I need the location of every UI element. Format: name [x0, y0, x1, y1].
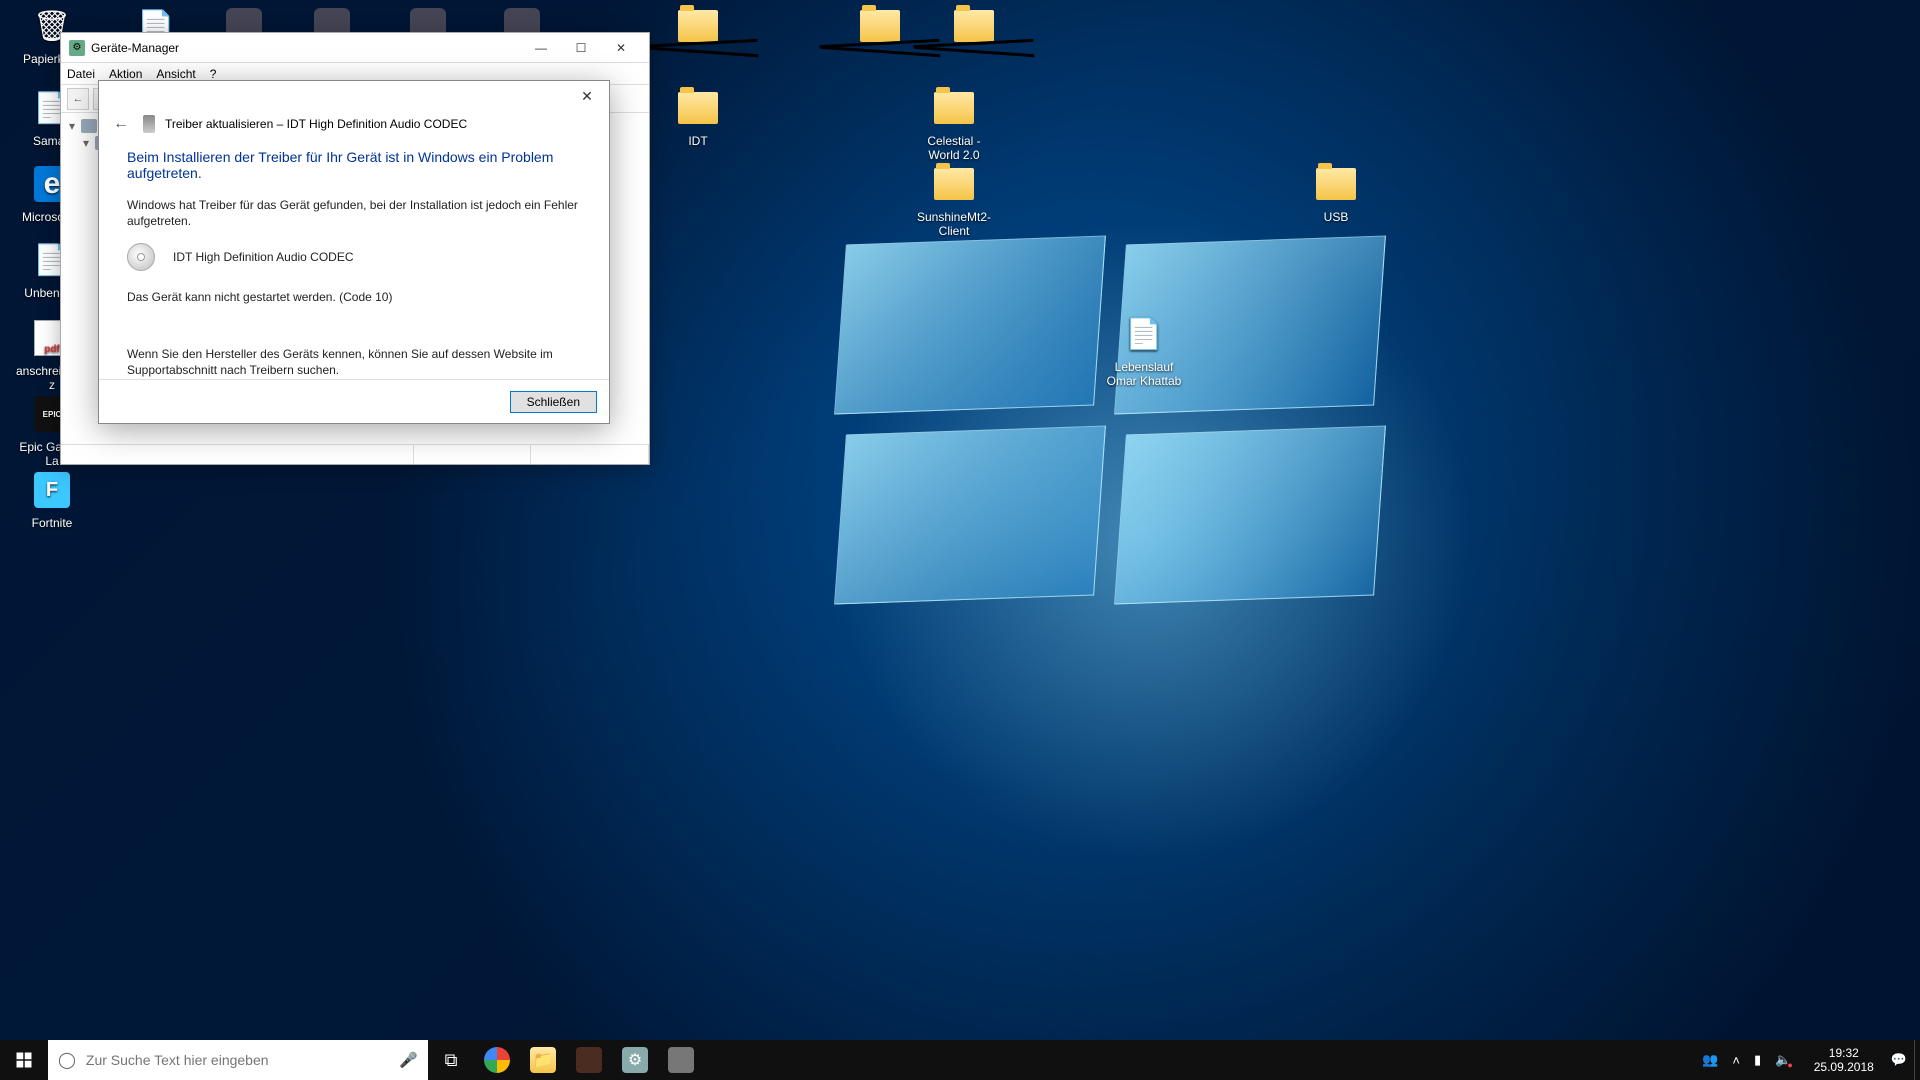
desktop-icon[interactable] — [936, 4, 1012, 52]
windows-logo-art — [840, 240, 1400, 600]
desktop-icon[interactable] — [842, 4, 918, 52]
dialog-found-text: Windows hat Treiber für das Gerät gefund… — [127, 197, 581, 229]
statusbar — [61, 444, 649, 464]
desktop-icon-label: Lebenslauf Omar Khattab — [1106, 360, 1182, 389]
hint-text: Wenn Sie den Hersteller des Geräts kenne… — [127, 346, 581, 378]
menu-help[interactable]: ? — [210, 67, 217, 81]
back-button[interactable]: ← — [109, 113, 133, 135]
maximize-button[interactable]: ☐ — [561, 33, 601, 63]
tray-people-icon[interactable]: 👥 — [1695, 1040, 1725, 1080]
computer-icon — [81, 119, 97, 133]
desktop-icon[interactable]: USB — [1298, 162, 1374, 224]
tray-clock[interactable]: 19:32 25.09.2018 — [1804, 1046, 1884, 1075]
desktop-icon-label: Fortnite — [14, 516, 90, 530]
folder-icon — [932, 162, 976, 206]
fortnite-icon: F — [30, 468, 74, 512]
tray-network-icon[interactable]: ▮ — [1747, 1040, 1768, 1080]
show-desktop-button[interactable] — [1914, 1040, 1920, 1080]
redaction-scribble — [914, 42, 1034, 66]
folder-icon — [676, 86, 720, 130]
folder-icon — [1314, 162, 1358, 206]
close-button[interactable]: Schließen — [510, 391, 597, 413]
driver-cd-icon — [127, 243, 155, 271]
mic-icon[interactable]: 🎤 — [399, 1051, 418, 1069]
dialog-headline: Beim Installieren der Treiber für Ihr Ge… — [127, 149, 581, 181]
close-button[interactable]: ✕ — [601, 33, 641, 63]
taskbar-app-generic2[interactable] — [658, 1040, 704, 1080]
desktop-icon[interactable]: 📄 Lebenslauf Omar Khattab — [1106, 312, 1182, 389]
search-box[interactable]: ◯ 🎤 — [48, 1040, 428, 1080]
desktop-icon[interactable] — [660, 4, 736, 52]
dialog-header: Treiber aktualisieren – IDT High Definit… — [165, 117, 467, 131]
taskbar-app-explorer[interactable]: 📁 — [520, 1040, 566, 1080]
menu-action[interactable]: Aktion — [109, 67, 142, 81]
document-icon: 📄 — [1122, 312, 1166, 356]
taskbar: ◯ 🎤 ⧉ 📁 ⚙ 👥 ˄ ▮ 🔈● 19:32 25.09.2018 💬 — [0, 1040, 1920, 1080]
window-title: Geräte-Manager — [91, 41, 179, 55]
clock-time: 19:32 — [1814, 1046, 1874, 1060]
driver-update-dialog: ✕ ← Treiber aktualisieren – IDT High Def… — [98, 80, 610, 424]
desktop-icon-label: IDT — [660, 134, 736, 148]
device-name: IDT High Definition Audio CODEC — [173, 250, 354, 264]
desktop-icon-label: USB — [1298, 210, 1374, 224]
desktop-icon[interactable]: SunshineMt2-Client — [916, 162, 992, 239]
desktop-icon-label: Celestial - World 2.0 — [916, 134, 992, 163]
desktop-icon[interactable]: Celestial - World 2.0 — [916, 86, 992, 163]
taskbar-app-device-manager[interactable]: ⚙ — [612, 1040, 658, 1080]
action-center-icon[interactable]: 💬 — [1884, 1040, 1914, 1080]
error-code-text: Das Gerät kann nicht gestartet werden. (… — [127, 289, 581, 305]
cortana-icon: ◯ — [58, 1050, 76, 1070]
menu-file[interactable]: Datei — [67, 67, 95, 81]
close-icon[interactable]: ✕ — [571, 83, 603, 109]
device-icon — [143, 115, 155, 133]
device-manager-icon: ⚙ — [69, 40, 85, 56]
start-button[interactable] — [0, 1040, 48, 1080]
task-view-button[interactable]: ⧉ — [428, 1040, 474, 1080]
desktop-icon[interactable]: F Fortnite — [14, 468, 90, 530]
tray-volume-icon[interactable]: 🔈● — [1768, 1040, 1804, 1080]
search-input[interactable] — [86, 1052, 389, 1068]
titlebar[interactable]: ⚙ Geräte-Manager — ☐ ✕ — [61, 33, 649, 63]
desktop-icon[interactable]: IDT — [660, 86, 736, 148]
taskbar-app-generic[interactable] — [566, 1040, 612, 1080]
minimize-button[interactable]: — — [521, 33, 561, 63]
menu-view[interactable]: Ansicht — [156, 67, 195, 81]
clock-date: 25.09.2018 — [1814, 1060, 1874, 1074]
folder-icon — [932, 86, 976, 130]
tray-chevron-up-icon[interactable]: ˄ — [1725, 1040, 1747, 1080]
taskbar-app-chrome[interactable] — [474, 1040, 520, 1080]
desktop-icon-label: SunshineMt2-Client — [916, 210, 992, 239]
redaction-scribble — [638, 42, 758, 66]
nav-back-button[interactable]: ← — [67, 88, 89, 110]
